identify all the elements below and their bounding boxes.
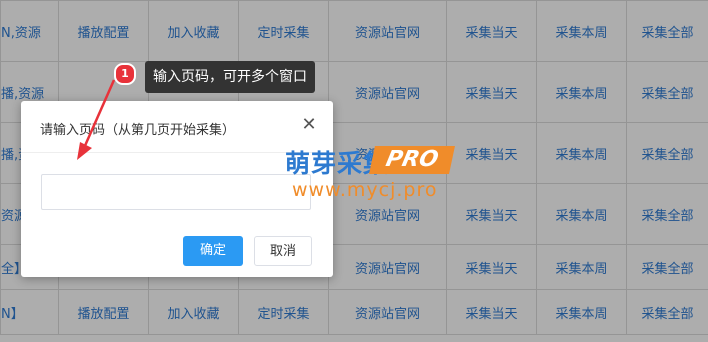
annotation-tooltip: 输入页码，可开多个窗口 xyxy=(145,61,315,93)
watermark-pro: PRO xyxy=(369,146,455,174)
watermark-url: www.mycj.pro xyxy=(292,179,438,201)
step-badge: 1 xyxy=(114,63,136,85)
